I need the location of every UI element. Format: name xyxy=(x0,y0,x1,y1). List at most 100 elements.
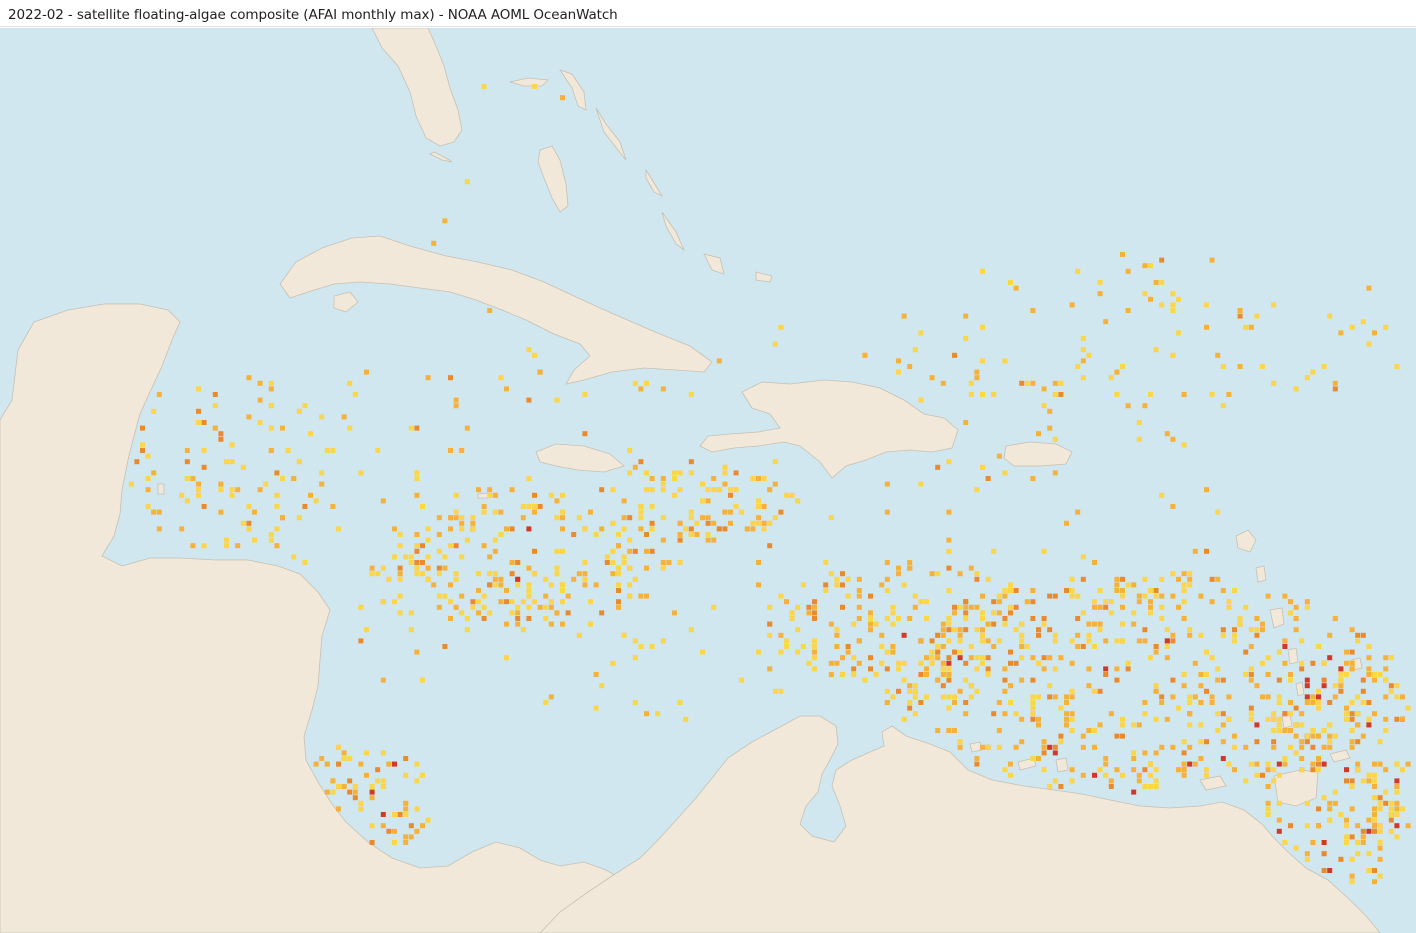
algae-pixel xyxy=(526,476,532,481)
algae-pixel xyxy=(1209,655,1215,661)
algae-pixel xyxy=(1052,666,1058,672)
algae-pixel xyxy=(1310,840,1316,845)
algae-pixel xyxy=(1181,392,1187,397)
algae-pixel xyxy=(1254,632,1260,638)
algae-pixel xyxy=(1209,392,1215,397)
algae-pixel xyxy=(705,487,711,493)
algae-pixel xyxy=(408,554,414,560)
algae-pixel xyxy=(946,694,952,700)
algae-pixel xyxy=(1187,761,1193,767)
algae-pixel xyxy=(1030,756,1036,761)
algae-pixel xyxy=(403,840,409,845)
algae-pixel xyxy=(274,526,280,532)
algae-pixel xyxy=(873,672,879,677)
algae-pixel xyxy=(1170,504,1176,509)
map-canvas[interactable] xyxy=(0,28,1416,933)
algae-pixel xyxy=(1327,313,1333,319)
algae-pixel xyxy=(1282,728,1288,733)
algae-pixel xyxy=(1293,386,1299,392)
algae-pixel xyxy=(1187,627,1193,633)
algae-pixel xyxy=(1142,784,1148,789)
algae-pixel xyxy=(296,515,302,521)
algae-pixel xyxy=(1008,761,1013,767)
algae-pixel xyxy=(1064,694,1069,700)
algae-pixel xyxy=(616,532,621,537)
algae-pixel xyxy=(672,492,677,498)
algae-pixel xyxy=(834,644,840,649)
algae-pixel xyxy=(862,352,868,358)
algae-pixel xyxy=(442,554,448,560)
algae-pixel xyxy=(957,571,963,577)
map-area[interactable] xyxy=(0,28,1416,933)
algae-pixel xyxy=(1344,649,1349,655)
algae-pixel xyxy=(1327,800,1333,806)
algae-pixel xyxy=(291,554,297,560)
algae-pixel xyxy=(1293,733,1299,739)
algae-pixel xyxy=(890,604,896,610)
algae-pixel xyxy=(1153,347,1159,353)
algae-pixel xyxy=(952,728,957,733)
algae-pixel xyxy=(218,431,224,437)
algae-pixel xyxy=(1372,672,1377,677)
algae-pixel xyxy=(1383,655,1389,661)
algae-pixel xyxy=(420,560,425,565)
algae-pixel xyxy=(392,761,397,767)
algae-pixel xyxy=(526,347,532,353)
algae-pixel xyxy=(492,576,498,582)
algae-pixel xyxy=(565,610,571,616)
algae-pixel xyxy=(1332,800,1338,806)
algae-pixel xyxy=(963,420,969,425)
algae-pixel xyxy=(201,448,207,453)
algae-pixel xyxy=(1310,744,1316,750)
algae-pixel xyxy=(576,571,582,577)
algae-pixel xyxy=(515,610,521,616)
algae-pixel xyxy=(296,459,302,465)
algae-pixel xyxy=(1052,744,1058,750)
algae-pixel xyxy=(352,784,358,789)
algae-pixel xyxy=(431,240,437,246)
algae-pixel xyxy=(1103,666,1109,672)
algae-pixel xyxy=(1394,716,1400,722)
algae-pixel xyxy=(532,352,537,358)
algae-pixel xyxy=(1142,291,1148,297)
algae-pixel xyxy=(442,593,448,599)
algae-pixel xyxy=(1232,627,1237,633)
algae-pixel xyxy=(952,700,957,705)
algae-pixel xyxy=(974,627,980,633)
algae-pixel xyxy=(420,823,425,829)
algae-pixel xyxy=(756,560,761,565)
algae-pixel xyxy=(1276,649,1282,655)
algae-pixel xyxy=(453,509,459,515)
algae-pixel xyxy=(868,666,873,672)
algae-pixel xyxy=(980,627,985,633)
algae-pixel xyxy=(991,711,997,717)
algae-pixel xyxy=(1019,621,1025,627)
algae-pixel xyxy=(1215,509,1221,515)
algae-pixel xyxy=(1164,627,1170,633)
algae-pixel xyxy=(828,515,834,521)
algae-pixel xyxy=(621,515,627,521)
algae-pixel xyxy=(1120,252,1125,257)
algae-pixel xyxy=(560,621,565,627)
algae-pixel xyxy=(498,375,504,381)
algae-pixel xyxy=(1288,823,1293,829)
algae-pixel xyxy=(1299,767,1305,773)
algae-pixel xyxy=(336,806,341,812)
algae-pixel xyxy=(442,565,448,571)
algae-pixel xyxy=(1271,739,1277,745)
algae-pixel xyxy=(946,565,952,571)
algae-pixel xyxy=(414,778,420,784)
algae-pixel xyxy=(834,660,840,666)
algae-pixel xyxy=(1372,784,1377,789)
algae-pixel xyxy=(380,778,386,784)
algae-pixel xyxy=(1164,655,1170,661)
algae-pixel xyxy=(571,532,577,537)
algae-pixel xyxy=(358,806,364,812)
algae-pixel xyxy=(644,470,649,476)
algae-pixel xyxy=(884,700,890,705)
algae-pixel xyxy=(812,616,817,621)
algae-pixel xyxy=(582,431,588,437)
algae-pixel xyxy=(280,425,285,431)
algae-pixel xyxy=(330,778,336,784)
algae-pixel xyxy=(1338,666,1344,672)
